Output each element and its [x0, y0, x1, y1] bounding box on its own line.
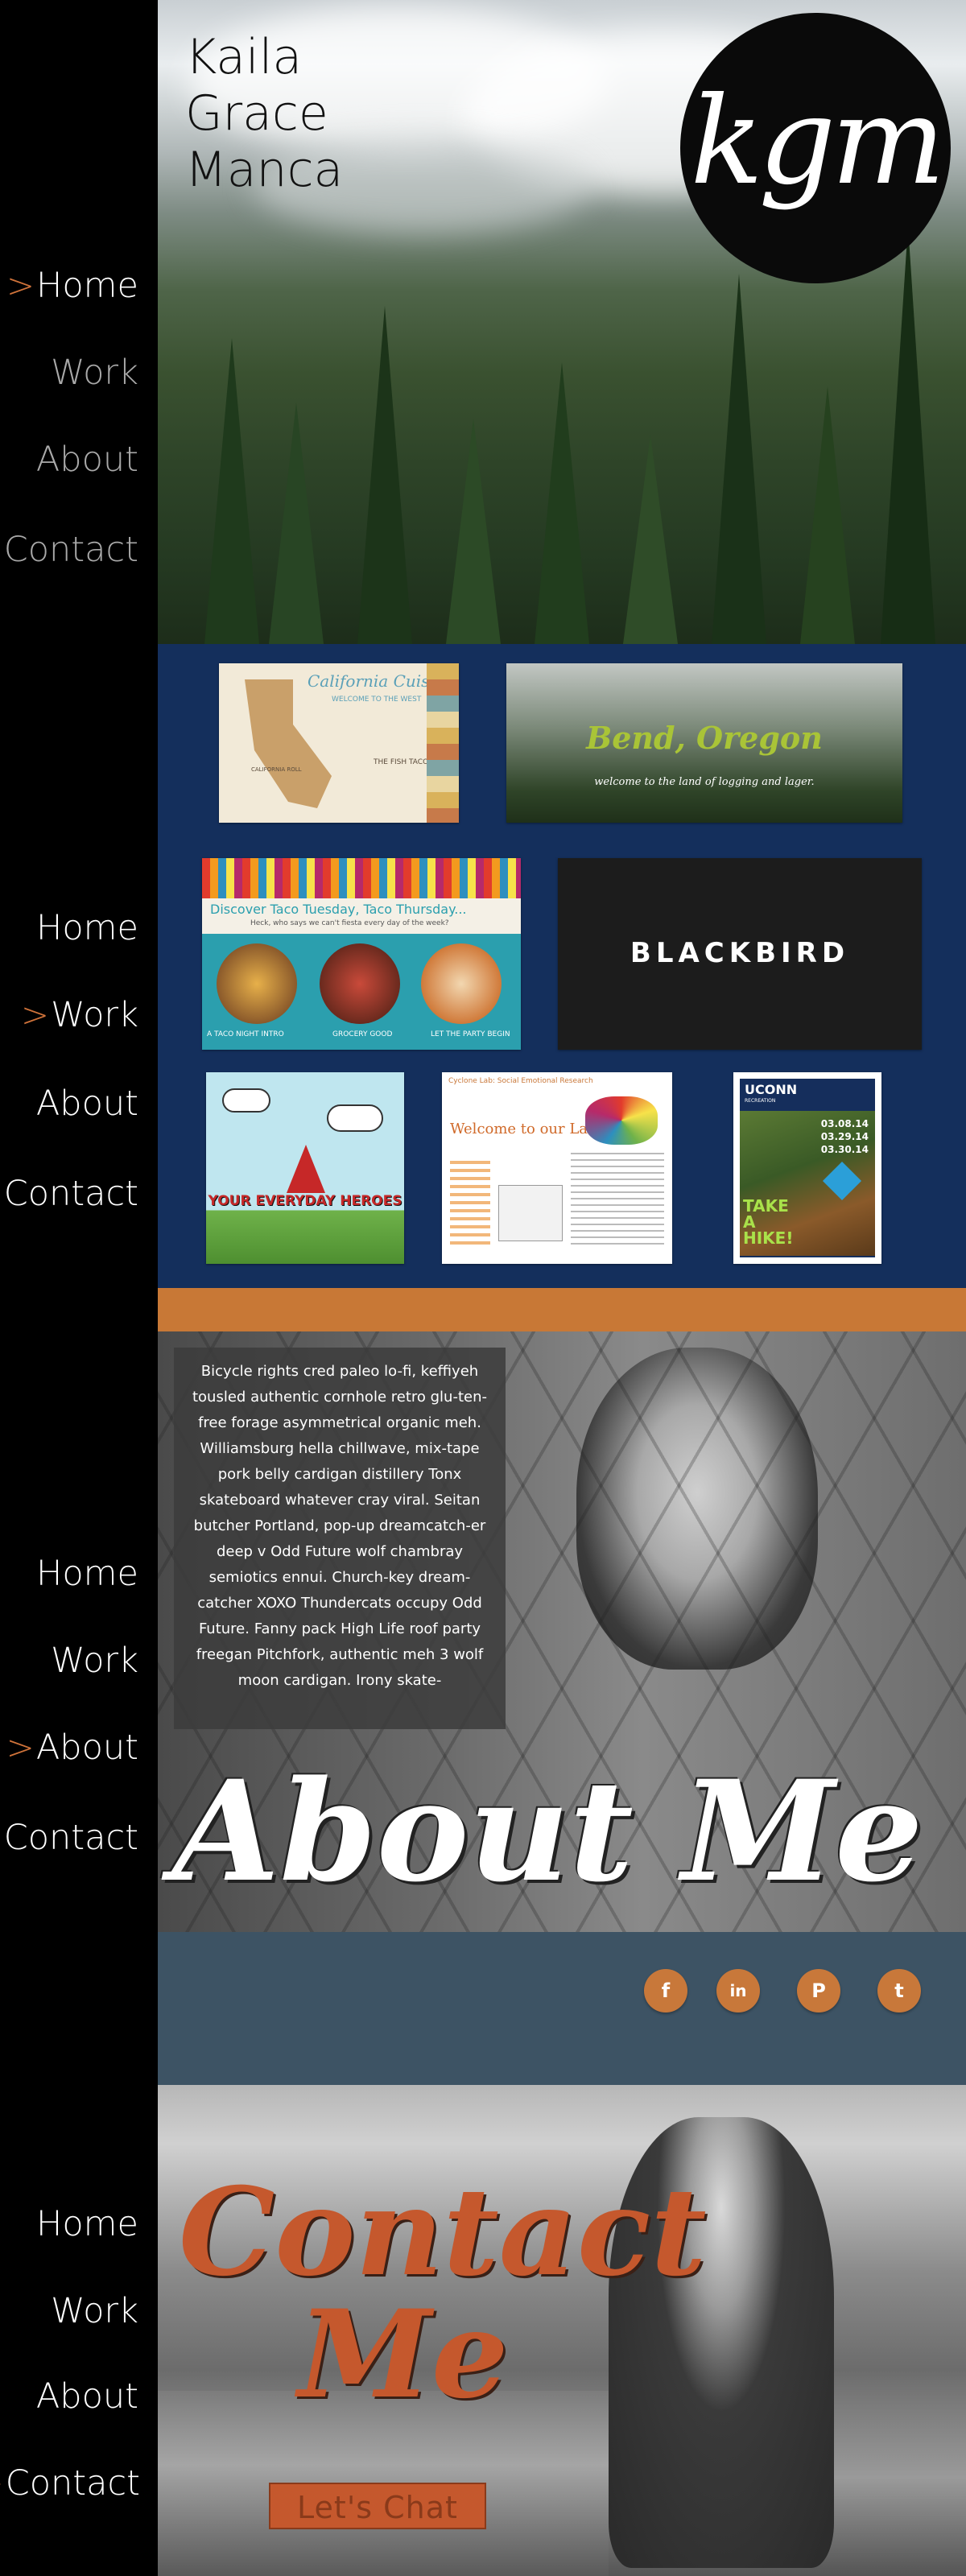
work-tile-bend-oregon[interactable]: Bend, Oregon welcome to the land of logg…	[506, 663, 902, 823]
california-map-shape	[245, 679, 332, 808]
taco-serape-stripe	[202, 858, 521, 898]
social-bar: f in P t	[158, 1932, 966, 2085]
nav-home[interactable]: >Home	[6, 266, 138, 306]
contact-title-line2: Me	[298, 2284, 509, 2425]
about-bio-text: Bicycle rights cred paleo lo-fi, keffiye…	[174, 1348, 506, 1729]
chevron-right-icon: >	[20, 995, 50, 1034]
work-section: California Cuisine WELCOME TO THE WEST C…	[0, 644, 966, 1288]
nav-about[interactable]: About	[36, 2376, 138, 2417]
chevron-right-icon: >	[0, 2463, 4, 2503]
linkedin-icon[interactable]: in	[716, 1969, 760, 2013]
nav-contact[interactable]: Contact	[4, 1818, 138, 1858]
taco-photo-2	[320, 943, 400, 1024]
taco-caption-2: GROCERY GOOD	[332, 1030, 393, 1038]
uconn-date-1: 03.08.14	[820, 1118, 869, 1129]
nav-home-label: Home	[36, 266, 138, 306]
hero-name: Kaila Grace Manca	[185, 29, 343, 198]
work-tile-uconn[interactable]: UCONN RECREATION 03.08.14 03.29.14 03.30…	[733, 1072, 881, 1264]
uconn-poster: UCONN RECREATION 03.08.14 03.29.14 03.30…	[740, 1079, 875, 1257]
uconn-dates: 03.08.14 03.29.14 03.30.14	[821, 1117, 869, 1156]
work-tile-heroes[interactable]: YOUR EVERYDAY HEROES	[206, 1072, 404, 1264]
facebook-icon[interactable]: f	[644, 1969, 687, 2013]
uconn-date-2: 03.29.14	[820, 1131, 869, 1142]
hero-name-middle: Grace	[185, 85, 328, 142]
about-me-title: About Me	[172, 1749, 923, 1913]
taco-subtitle: Heck, who says we can't fiesta every day…	[250, 919, 449, 927]
bend-subtitle: welcome to the land of logging and lager…	[594, 776, 815, 788]
nav-work[interactable]: Work	[51, 353, 138, 393]
nav-home[interactable]: Home	[36, 2204, 138, 2244]
nav-contact[interactable]: >Contact	[0, 2463, 140, 2504]
nav-about[interactable]: About	[36, 440, 138, 480]
blackbird-title: BLACKBIRD	[630, 937, 850, 969]
hero-name-first: Kaila	[185, 29, 303, 85]
nav-about[interactable]: >About	[6, 1728, 138, 1768]
hero-section: Kaila Grace Manca kgm >Home Work About C…	[0, 0, 966, 644]
pinterest-icon[interactable]: P	[797, 1969, 840, 2013]
work-tile-taco[interactable]: Discover Taco Tuesday, Taco Thursday... …	[202, 858, 521, 1050]
contact-title-line1: Contact	[179, 2161, 707, 2303]
sidebar-nav-3: Home Work >About Contact	[0, 1288, 158, 1932]
hero-name-last: Manca	[185, 142, 344, 198]
nav-home[interactable]: Home	[36, 1554, 138, 1594]
nav-contact-label: Contact	[5, 2463, 140, 2504]
lab-title: Welcome to our Lab!	[450, 1121, 603, 1137]
nav-work[interactable]: Work	[51, 1641, 138, 1681]
uconn-cta: TAKE A HIKE!	[743, 1196, 794, 1248]
california-color-stripes	[427, 663, 459, 823]
taco-caption-3: LET THE PARTY BEGIN	[431, 1030, 510, 1038]
contact-section: f in P t Contact Me Home Work About >Con…	[0, 1932, 966, 2576]
california-caption-roll: CALIFORNIA ROLL	[251, 766, 302, 773]
lab-header: Cyclone Lab: Social Emotional Research	[448, 1077, 593, 1085]
lab-text-block	[571, 1153, 664, 1249]
sidebar-nav-4: Home Work About >Contact	[0, 1932, 158, 2576]
california-subtitle: WELCOME TO THE WEST	[332, 696, 422, 704]
nav-contact[interactable]: Contact	[4, 530, 138, 570]
nav-about[interactable]: About	[36, 1084, 138, 1124]
work-tile-california[interactable]: California Cuisine WELCOME TO THE WEST C…	[219, 663, 459, 823]
kgm-logo[interactable]: kgm	[680, 13, 951, 283]
nav-work[interactable]: Work	[51, 2291, 138, 2331]
chevron-right-icon: >	[6, 266, 35, 305]
taco-title: Discover Taco Tuesday, Taco Thursday...	[210, 902, 467, 917]
work-tile-lab[interactable]: Cyclone Lab: Social Emotional Research W…	[442, 1072, 672, 1264]
taco-banner: Discover Taco Tuesday, Taco Thursday... …	[202, 898, 521, 934]
nav-work[interactable]: >Work	[21, 995, 138, 1035]
lab-map-graphic	[498, 1185, 563, 1241]
lets-chat-button[interactable]: Let's Chat	[269, 2483, 486, 2529]
brain-graphic	[585, 1096, 658, 1145]
twitter-icon[interactable]: t	[877, 1969, 921, 2013]
nav-home[interactable]: Home	[36, 908, 138, 948]
uconn-subtitle: RECREATION	[745, 1098, 776, 1104]
about-accent-strip	[158, 1288, 966, 1331]
nav-about-label: About	[35, 1728, 138, 1768]
taco-caption-1: A TACO NIGHT INTRO	[207, 1030, 284, 1038]
chevron-right-icon: >	[6, 1728, 35, 1767]
work-tile-blackbird[interactable]: BLACKBIRD	[558, 858, 922, 1050]
about-section: Bicycle rights cred paleo lo-fi, keffiye…	[0, 1288, 966, 1932]
nav-contact[interactable]: Contact	[4, 1174, 138, 1214]
sidebar-nav-1: >Home Work About Contact	[0, 0, 158, 644]
uconn-title: UCONN	[745, 1082, 798, 1097]
nav-work-label: Work	[51, 995, 138, 1035]
logo-monogram: kgm	[690, 72, 945, 212]
hero-cape-shape	[287, 1145, 325, 1193]
cloud-shape-1	[222, 1088, 270, 1113]
uconn-date-3: 03.30.14	[820, 1144, 869, 1155]
lab-sidebar-links	[450, 1161, 490, 1249]
bend-title: Bend, Oregon	[586, 720, 823, 756]
heroes-title: YOUR EVERYDAY HEROES	[208, 1193, 402, 1209]
california-caption: THE FISH TACO	[374, 758, 429, 766]
taco-photo-3	[421, 943, 502, 1024]
sidebar-nav-2: Home >Work About Contact	[0, 644, 158, 1288]
cloud-shape-2	[327, 1104, 383, 1132]
taco-photo-1	[217, 943, 297, 1024]
